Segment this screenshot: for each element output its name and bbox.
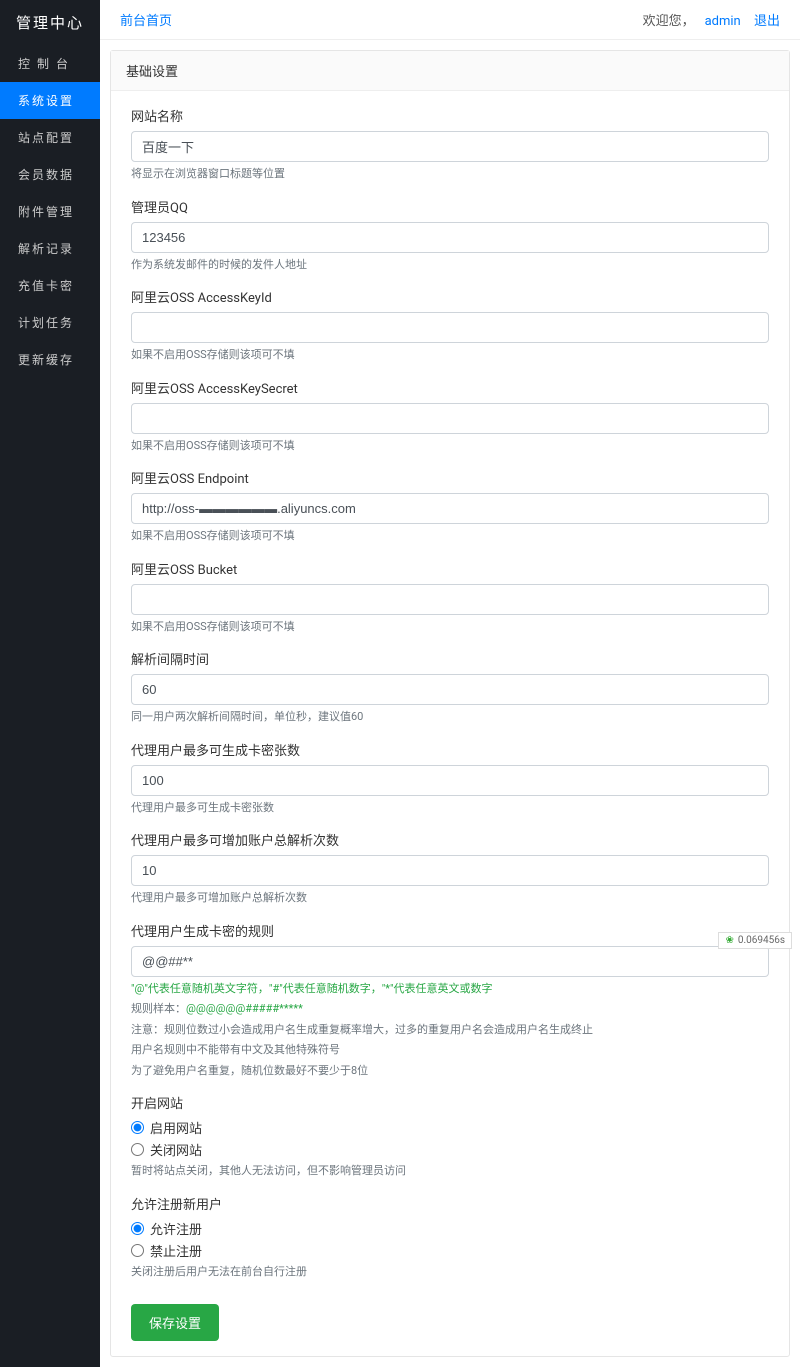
site-name-label: 网站名称 xyxy=(131,106,769,125)
oss-endpoint-label: 阿里云OSS Endpoint xyxy=(131,468,769,487)
max-parse-help: 代理用户最多可增加账户总解析次数 xyxy=(131,890,769,907)
sidebar-item-cron[interactable]: 计划任务 xyxy=(0,304,100,341)
site-open-label: 开启网站 xyxy=(131,1093,769,1112)
oss-bucket-input[interactable] xyxy=(131,584,769,615)
oss-secret-label: 阿里云OSS AccessKeySecret xyxy=(131,378,769,397)
welcome-text: 欢迎您， xyxy=(643,14,695,29)
oss-key-label: 阿里云OSS AccessKeyId xyxy=(131,287,769,306)
oss-secret-input[interactable] xyxy=(131,403,769,434)
card-rule-help1: "@"代表任意随机英文字符，"#"代表任意随机数字，"*"代表任意英文或数字 xyxy=(131,981,769,998)
logout-link[interactable]: 退出 xyxy=(754,14,780,29)
oss-secret-help: 如果不启用OSS存储则该项可不填 xyxy=(131,438,769,455)
admin-qq-label: 管理员QQ xyxy=(131,197,769,216)
card-rule-help3: 注意：规则位数过小会造成用户名生成重复概率增大，过多的重复用户名会造成用户名生成… xyxy=(131,1022,769,1039)
oss-bucket-help: 如果不启用OSS存储则该项可不填 xyxy=(131,619,769,636)
sidebar-item-attachments[interactable]: 附件管理 xyxy=(0,193,100,230)
perf-badge: ❀ 0.069456s xyxy=(718,932,792,949)
allow-reg-no[interactable]: 禁止注册 xyxy=(131,1241,769,1260)
username-link[interactable]: admin xyxy=(705,14,741,29)
parse-interval-help: 同一用户两次解析间隔时间，单位秒，建议值60 xyxy=(131,709,769,726)
card-rule-label: 代理用户生成卡密的规则 xyxy=(131,921,769,940)
site-name-help: 将显示在浏览器窗口标题等位置 xyxy=(131,166,769,183)
sidebar-item-system[interactable]: 系统设置 xyxy=(0,82,100,119)
home-link[interactable]: 前台首页 xyxy=(120,10,172,29)
sidebar-item-dashboard[interactable]: 控 制 台 xyxy=(0,45,100,82)
sidebar-item-cache[interactable]: 更新缓存 xyxy=(0,341,100,378)
admin-qq-help: 作为系统发邮件的时候的发件人地址 xyxy=(131,257,769,274)
sidebar-item-cards[interactable]: 充值卡密 xyxy=(0,267,100,304)
max-cards-help: 代理用户最多可生成卡密张数 xyxy=(131,800,769,817)
panel-title: 基础设置 xyxy=(111,51,789,91)
oss-key-input[interactable] xyxy=(131,312,769,343)
site-open-enable[interactable]: 启用网站 xyxy=(131,1118,769,1137)
max-parse-input[interactable] xyxy=(131,855,769,886)
save-button[interactable]: 保存设置 xyxy=(131,1304,219,1341)
sidebar-item-site[interactable]: 站点配置 xyxy=(0,119,100,156)
card-rule-help2: 规则样本：@@@@@@#####***** xyxy=(131,1001,769,1018)
max-cards-label: 代理用户最多可生成卡密张数 xyxy=(131,740,769,759)
allow-reg-label: 允许注册新用户 xyxy=(131,1194,769,1213)
oss-endpoint-help: 如果不启用OSS存储则该项可不填 xyxy=(131,528,769,545)
site-name-input[interactable] xyxy=(131,131,769,162)
sidebar-title: 管理中心 xyxy=(0,0,100,45)
site-open-disable[interactable]: 关闭网站 xyxy=(131,1140,769,1159)
sidebar-item-parse-log[interactable]: 解析记录 xyxy=(0,230,100,267)
admin-qq-input[interactable] xyxy=(131,222,769,253)
max-parse-label: 代理用户最多可增加账户总解析次数 xyxy=(131,830,769,849)
main: 前台首页 欢迎您， admin 退出 基础设置 网站名称 将显示在浏览器窗口标题等… xyxy=(100,0,800,1367)
oss-endpoint-input[interactable] xyxy=(131,493,769,524)
settings-panel: 基础设置 网站名称 将显示在浏览器窗口标题等位置 管理员QQ 作为系统发邮件的时… xyxy=(110,50,790,1357)
oss-key-help: 如果不启用OSS存储则该项可不填 xyxy=(131,347,769,364)
site-open-help: 暂时将站点关闭，其他人无法访问，但不影响管理员访问 xyxy=(131,1163,769,1180)
topbar: 前台首页 欢迎您， admin 退出 xyxy=(100,0,800,40)
max-cards-input[interactable] xyxy=(131,765,769,796)
card-rule-help5: 为了避免用户名重复，随机位数最好不要少于8位 xyxy=(131,1063,769,1080)
sidebar-item-members[interactable]: 会员数据 xyxy=(0,156,100,193)
card-rule-input[interactable] xyxy=(131,946,769,977)
card-rule-help4: 用户名规则中不能带有中文及其他特殊符号 xyxy=(131,1042,769,1059)
allow-reg-help: 关闭注册后用户无法在前台自行注册 xyxy=(131,1264,769,1281)
parse-interval-label: 解析间隔时间 xyxy=(131,649,769,668)
leaf-icon: ❀ xyxy=(725,935,733,946)
sidebar: 管理中心 控 制 台 系统设置 站点配置 会员数据 附件管理 解析记录 充值卡密… xyxy=(0,0,100,1367)
parse-interval-input[interactable] xyxy=(131,674,769,705)
allow-reg-yes[interactable]: 允许注册 xyxy=(131,1219,769,1238)
perf-time: 0.069456s xyxy=(738,935,785,946)
oss-bucket-label: 阿里云OSS Bucket xyxy=(131,559,769,578)
